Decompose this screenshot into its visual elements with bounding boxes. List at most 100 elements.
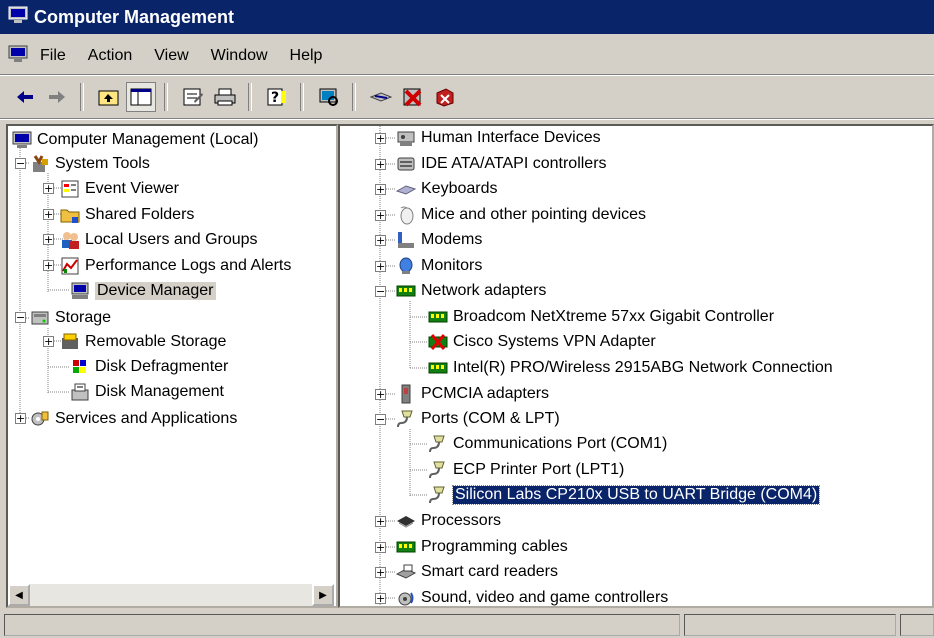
defrag-icon <box>70 357 90 377</box>
folder-icon <box>60 205 80 225</box>
smart-card-icon <box>396 562 416 582</box>
device-category-monitors[interactable]: Monitors <box>396 254 482 278</box>
expand-toggle[interactable]: + <box>375 261 386 272</box>
title-bar: Computer Management <box>0 0 934 34</box>
expand-toggle[interactable]: + <box>375 159 386 170</box>
removable-storage-icon <box>60 332 80 352</box>
menu-file[interactable]: File <box>40 47 66 65</box>
properties-icon[interactable] <box>178 82 208 112</box>
horizontal-scrollbar[interactable]: ◀ ▶ <box>8 584 334 606</box>
expand-toggle[interactable]: + <box>43 183 54 194</box>
system-menu-icon[interactable] <box>8 45 28 68</box>
expand-toggle[interactable]: + <box>43 336 54 347</box>
device-tree-pane[interactable]: + Human Interface Devices + IDE ATA/ATAP… <box>338 124 934 608</box>
tree-item-system-tools[interactable]: System Tools <box>30 152 150 176</box>
scroll-left-icon[interactable]: ◀ <box>8 584 30 606</box>
device-communications-port-com1[interactable]: Communications Port (COM1) <box>428 432 667 456</box>
storage-icon <box>30 308 50 328</box>
tree-item-disk-management[interactable]: Disk Management <box>70 380 224 404</box>
expand-toggle[interactable]: + <box>375 210 386 221</box>
print-icon[interactable] <box>210 82 240 112</box>
tree-item-removable-storage[interactable]: Removable Storage <box>60 330 226 354</box>
scan-hardware-icon[interactable] <box>314 82 344 112</box>
menu-action[interactable]: Action <box>88 47 132 65</box>
port-icon <box>396 409 416 429</box>
tree-item-event-viewer[interactable]: Event Viewer <box>60 177 179 201</box>
device-category-human-interface-devices[interactable]: Human Interface Devices <box>396 126 601 150</box>
toolbar-separator <box>164 83 168 111</box>
expand-toggle[interactable]: + <box>375 516 386 527</box>
expand-toggle[interactable]: + <box>375 184 386 195</box>
device-category-modems[interactable]: Modems <box>396 228 482 252</box>
expand-toggle[interactable]: + <box>375 567 386 578</box>
toolbar-separator <box>248 83 252 111</box>
device-broadcom-netxtreme[interactable]: Broadcom NetXtreme 57xx Gigabit Controll… <box>428 305 774 329</box>
device-silicon-labs-cp210x-com4[interactable]: Silicon Labs CP210x USB to UART Bridge (… <box>428 483 821 507</box>
menu-help[interactable]: Help <box>290 47 323 65</box>
computer-management-icon <box>8 6 28 29</box>
device-category-programming-cables[interactable]: Programming cables <box>396 535 568 559</box>
port-icon <box>428 485 448 505</box>
collapse-toggle[interactable]: − <box>375 414 386 425</box>
users-icon <box>60 230 80 250</box>
tree-item-computer-management[interactable]: Computer Management (Local) <box>12 128 258 152</box>
mouse-icon <box>396 205 416 225</box>
sound-icon <box>396 588 416 606</box>
device-category-mice[interactable]: Mice and other pointing devices <box>396 203 646 227</box>
device-manager-icon <box>70 281 90 301</box>
device-cisco-vpn-adapter[interactable]: Cisco Systems VPN Adapter <box>428 330 656 354</box>
device-category-ports[interactable]: Ports (COM & LPT) <box>396 407 560 431</box>
expand-toggle[interactable]: + <box>375 542 386 553</box>
status-panel-secondary <box>684 614 896 636</box>
tree-item-disk-defragmenter[interactable]: Disk Defragmenter <box>70 355 228 379</box>
collapse-toggle[interactable]: − <box>15 312 26 323</box>
expand-toggle[interactable]: + <box>43 260 54 271</box>
expand-toggle[interactable]: + <box>43 209 54 220</box>
device-ecp-printer-port-lpt1[interactable]: ECP Printer Port (LPT1) <box>428 458 624 482</box>
update-driver-icon[interactable] <box>366 82 396 112</box>
tree-item-shared-folders[interactable]: Shared Folders <box>60 203 194 227</box>
console-tree-pane[interactable]: Computer Management (Local) − System Too… <box>6 124 338 608</box>
computer-icon <box>12 130 32 150</box>
expand-toggle[interactable]: + <box>375 593 386 604</box>
help-icon[interactable]: ? <box>262 82 292 112</box>
pcmcia-icon <box>396 384 416 404</box>
toolbar-separator <box>80 83 84 111</box>
device-intel-wireless[interactable]: Intel(R) PRO/Wireless 2915ABG Network Co… <box>428 356 833 380</box>
window-title: Computer Management <box>34 6 235 27</box>
collapse-toggle[interactable]: − <box>15 158 26 169</box>
up-one-level-icon[interactable] <box>94 82 124 112</box>
menu-view[interactable]: View <box>154 47 188 65</box>
tree-item-storage[interactable]: Storage <box>30 306 111 330</box>
device-category-network-adapters[interactable]: Network adapters <box>396 279 546 303</box>
port-icon <box>428 434 448 454</box>
modem-icon <box>396 230 416 250</box>
disk-management-icon <box>70 382 90 402</box>
expand-toggle[interactable]: + <box>15 413 26 424</box>
expand-toggle[interactable]: + <box>375 133 386 144</box>
tree-item-performance-logs-and-alerts[interactable]: Performance Logs and Alerts <box>60 254 291 278</box>
show-hide-tree-icon[interactable] <box>126 82 156 112</box>
tree-item-device-manager[interactable]: Device Manager <box>70 279 216 303</box>
device-category-ide-controllers[interactable]: IDE ATA/ATAPI controllers <box>396 152 607 176</box>
expand-toggle[interactable]: + <box>375 389 386 400</box>
tree-item-services-and-applications[interactable]: Services and Applications <box>30 407 237 431</box>
menu-window[interactable]: Window <box>211 47 268 65</box>
device-category-pcmcia-adapters[interactable]: PCMCIA adapters <box>396 382 549 406</box>
device-category-sound-video-game[interactable]: Sound, video and game controllers <box>396 586 668 606</box>
expand-toggle[interactable]: + <box>43 234 54 245</box>
device-category-smart-card-readers[interactable]: Smart card readers <box>396 560 558 584</box>
tree-item-local-users-and-groups[interactable]: Local Users and Groups <box>60 228 258 252</box>
back-arrow-icon[interactable] <box>10 82 40 112</box>
collapse-toggle[interactable]: − <box>375 286 386 297</box>
tools-icon <box>30 154 50 174</box>
scroll-right-icon[interactable]: ▶ <box>312 584 334 606</box>
expand-toggle[interactable]: + <box>375 235 386 246</box>
keyboard-icon <box>396 179 416 199</box>
forward-arrow-icon[interactable] <box>42 82 72 112</box>
device-category-processors[interactable]: Processors <box>396 509 501 533</box>
disable-device-icon[interactable] <box>398 82 428 112</box>
network-adapter-icon <box>428 358 448 378</box>
uninstall-device-icon[interactable] <box>430 82 460 112</box>
device-category-keyboards[interactable]: Keyboards <box>396 177 498 201</box>
